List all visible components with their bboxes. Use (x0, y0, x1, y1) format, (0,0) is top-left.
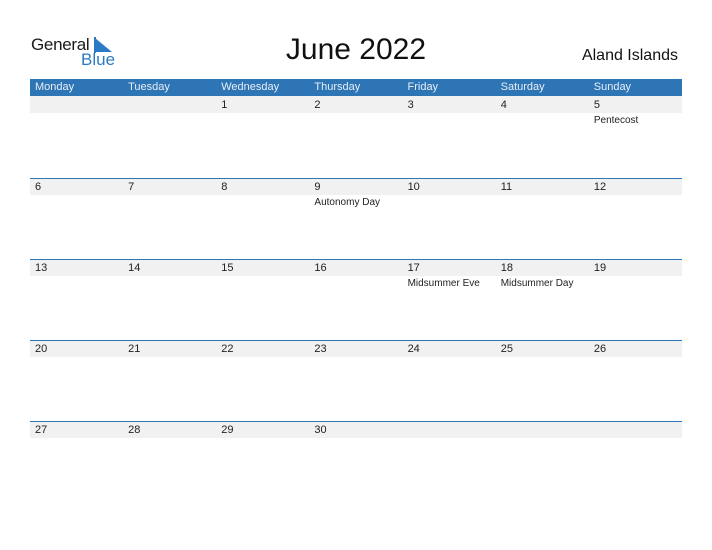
weekday-sunday: Sunday (593, 81, 632, 93)
day-number: 3 (407, 99, 414, 111)
day-number: 20 (35, 343, 48, 355)
day-cell: 17 Midsummer Eve (403, 259, 496, 340)
day-cell: 9 Autonomy Day (309, 178, 402, 259)
day-number: 5 (593, 99, 600, 111)
day-number: 2 (314, 99, 321, 111)
day-cell: 25 (496, 340, 589, 421)
day-cell: 10 (403, 178, 496, 259)
day-cell: 15 (216, 259, 309, 340)
weekday-wednesday: Wednesday (221, 81, 280, 93)
weekday-header: Monday Tuesday Wednesday Thursday Friday… (30, 79, 682, 96)
day-number: 8 (221, 181, 228, 193)
day-cell: 26 (589, 340, 682, 421)
day-cell: 6 (30, 178, 123, 259)
day-cell (496, 421, 589, 502)
day-number: 21 (128, 343, 141, 355)
day-number: 29 (221, 424, 234, 436)
day-cell: 4 (496, 96, 589, 178)
day-cell: 13 (30, 259, 123, 340)
day-cell: 27 (30, 421, 123, 502)
day-cell: 21 (123, 340, 216, 421)
day-cell: 24 (403, 340, 496, 421)
day-number: 16 (314, 262, 327, 274)
day-cell: 22 (216, 340, 309, 421)
day-cell: 11 (496, 178, 589, 259)
day-number: 15 (221, 262, 234, 274)
weekday-thursday: Thursday (314, 81, 361, 93)
day-cell: 1 (216, 96, 309, 178)
week-row: 27 28 29 30 (30, 421, 682, 502)
day-cell (123, 96, 216, 178)
day-cell: 28 (123, 421, 216, 502)
week-row: 6 7 8 9 Autonomy Day 10 11 12 (30, 178, 682, 259)
day-number: 1 (221, 99, 228, 111)
day-cell: 30 (309, 421, 402, 502)
country-label: Aland Islands (581, 47, 678, 64)
week-row: 13 14 15 16 17 Midsummer Eve 18 Midsummer Day 19 (30, 259, 682, 340)
day-cell: 29 (216, 421, 309, 502)
week-row: 20 21 22 23 24 25 26 (30, 340, 682, 421)
day-number: 26 (593, 343, 607, 355)
holiday-label: Midsummer Day (500, 278, 574, 289)
day-cell: 3 (403, 96, 496, 178)
day-cell: 23 (309, 340, 402, 421)
day-cell: 7 (123, 178, 216, 259)
day-number: 30 (314, 424, 327, 436)
weekday-monday: Monday (35, 81, 75, 93)
day-cell: 20 (30, 340, 123, 421)
day-number: 9 (314, 181, 321, 193)
day-number: 11 (500, 181, 513, 193)
weekday-tuesday: Tuesday (128, 81, 170, 93)
weekday-saturday: Saturday (500, 81, 545, 93)
day-number: 4 (500, 99, 507, 111)
holiday-label: Midsummer Eve (407, 278, 480, 289)
day-cell: 8 (216, 178, 309, 259)
day-cell: 12 (589, 178, 682, 259)
day-number: 19 (593, 262, 607, 274)
day-cell (403, 421, 496, 502)
weekday-friday: Friday (407, 81, 439, 93)
day-cell: 2 (309, 96, 402, 178)
day-cell: 5 Pentecost (589, 96, 682, 178)
calendar-grid: 1 2 3 4 5 Pentecost 6 7 8 9 Autonomy Day 10 11 12 13 14… (30, 96, 682, 502)
day-number: 23 (314, 343, 327, 355)
day-number: 12 (593, 181, 607, 193)
day-number: 25 (500, 343, 513, 355)
day-cell (589, 421, 682, 502)
day-cell: 14 (123, 259, 216, 340)
day-number: 27 (35, 424, 48, 436)
day-number: 13 (35, 262, 48, 274)
day-number: 18 (500, 262, 513, 274)
holiday-label: Autonomy Day (314, 197, 381, 208)
day-cell: 19 (589, 259, 682, 340)
day-number: 22 (221, 343, 234, 355)
day-cell: 16 (309, 259, 402, 340)
day-number: 7 (128, 181, 135, 193)
day-number: 28 (128, 424, 141, 436)
week-row: 1 2 3 4 5 Pentecost (30, 96, 682, 178)
day-cell (30, 96, 123, 178)
holiday-label: Pentecost (593, 115, 639, 126)
day-number: 10 (407, 181, 420, 193)
day-number: 24 (407, 343, 420, 355)
day-number: 14 (128, 262, 141, 274)
day-cell: 18 Midsummer Day (496, 259, 589, 340)
day-number: 17 (407, 262, 420, 274)
day-number: 6 (35, 181, 42, 193)
